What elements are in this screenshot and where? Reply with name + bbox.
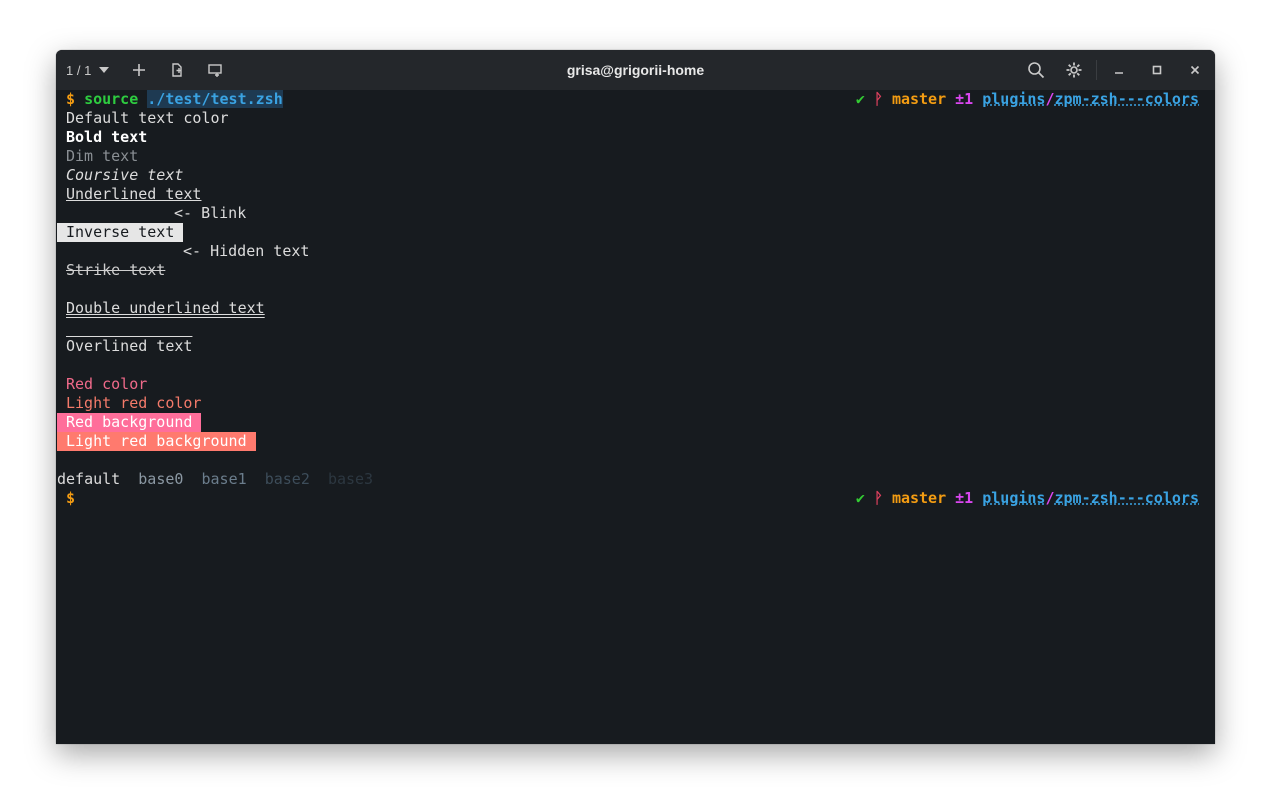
- right-prompt: ✔ ᚹ master ±1 plugins/zpm-zsh---colors: [856, 90, 1199, 109]
- base0: base0: [138, 470, 184, 488]
- maximize-icon: [1152, 65, 1162, 75]
- title-bar: 1 / 1 grisa@grigorii-home: [56, 50, 1215, 90]
- terminal-window: 1 / 1 grisa@grigorii-home $ source ./tes…: [56, 50, 1215, 744]
- base1: base1: [201, 470, 247, 488]
- terminal-output[interactable]: $ source ./test/test.zsh ✔ ᚹ master ±1 p…: [57, 90, 1215, 744]
- dir-parent: plugins: [982, 90, 1046, 108]
- dir-separator: /: [1045, 90, 1055, 108]
- branch-icon-2: ᚹ: [873, 489, 883, 507]
- search-button[interactable]: [1024, 50, 1048, 90]
- line-underline: Underlined text: [66, 185, 202, 203]
- right-prompt-2: ✔ ᚹ master ±1 plugins/zpm-zsh---colors: [856, 489, 1199, 508]
- git-branch: master: [891, 90, 947, 108]
- dir-separator-2: /: [1045, 489, 1055, 507]
- base3: base3: [327, 470, 374, 488]
- minimize-button[interactable]: [1108, 50, 1130, 90]
- line-hidden: <- Hidden text: [183, 242, 310, 260]
- split-icon: [208, 64, 222, 77]
- chevron-down-icon: [99, 67, 110, 73]
- command-text: source: [84, 90, 139, 108]
- base2: base2: [264, 470, 310, 488]
- titlebar-separator: [1096, 60, 1097, 80]
- line-strike: Strike text: [66, 261, 166, 279]
- line-double-underline: Double underlined text: [66, 299, 265, 317]
- prompt-line[interactable]: $: [66, 489, 75, 508]
- base-colors-row: default base0 base1 base2 base3: [57, 470, 373, 489]
- search-icon: [1028, 62, 1045, 79]
- git-modified-2: ±1: [955, 489, 974, 507]
- line-overline: Overlined text: [66, 337, 193, 355]
- line-blink: <- Blink: [174, 204, 247, 222]
- prompt-symbol: $: [66, 90, 76, 108]
- plus-icon: [133, 64, 145, 76]
- add-tab-button[interactable]: [128, 50, 150, 90]
- command-arg: ./test/test.zsh: [147, 90, 283, 108]
- status-check-icon-2: ✔: [855, 489, 865, 507]
- dir-parent-2: plugins: [982, 489, 1046, 507]
- split-button[interactable]: [204, 50, 226, 90]
- line-default: Default text color: [66, 109, 229, 127]
- git-branch-2: master: [891, 489, 947, 507]
- settings-button[interactable]: [1062, 50, 1086, 90]
- line-dim: Dim text: [66, 147, 139, 165]
- base-default: default: [57, 470, 121, 488]
- close-button[interactable]: [1184, 50, 1206, 90]
- dir-current-2: zpm-zsh---colors: [1054, 489, 1200, 507]
- command-line: $ source ./test/test.zsh: [66, 90, 283, 109]
- tab-counter[interactable]: 1 / 1: [66, 50, 110, 90]
- new-tab-icon: [172, 63, 182, 77]
- status-check-icon: ✔: [855, 90, 865, 108]
- line-light-red: Light red color: [66, 394, 202, 412]
- gear-icon: [1066, 62, 1082, 78]
- prompt-symbol-2: $: [66, 489, 76, 507]
- minimize-icon: [1115, 72, 1123, 74]
- line-italic: Coursive text: [66, 166, 184, 184]
- line-red: Red color: [66, 375, 148, 393]
- maximize-button[interactable]: [1146, 50, 1168, 90]
- git-modified: ±1: [955, 90, 974, 108]
- close-icon: [1190, 65, 1200, 75]
- tab-counter-label: 1 / 1: [66, 62, 92, 78]
- line-inverse: Inverse text: [57, 223, 184, 242]
- line-red-background: Red background: [57, 413, 202, 432]
- dir-current: zpm-zsh---colors: [1054, 90, 1200, 108]
- new-tab-button[interactable]: [166, 50, 188, 90]
- line-light-red-background: Light red background: [57, 432, 256, 451]
- branch-icon: ᚹ: [873, 90, 883, 108]
- line-bold: Bold text: [66, 128, 148, 146]
